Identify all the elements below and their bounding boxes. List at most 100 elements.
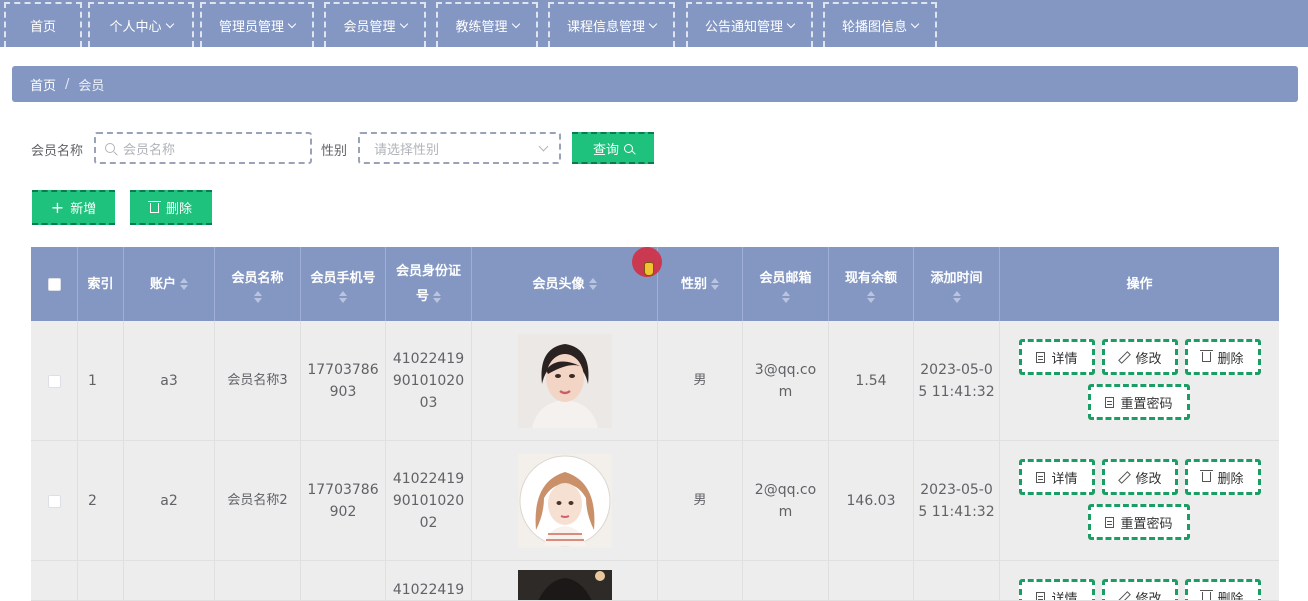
member-name-input[interactable]: 会员名称 (94, 132, 312, 164)
query-button[interactable]: 查询 (572, 132, 654, 164)
index-cell (78, 561, 124, 601)
nav-item-coach[interactable]: 教练管理 (436, 2, 538, 47)
header-avatar[interactable]: 会员头像 (472, 247, 658, 321)
nav-item-member[interactable]: 会员管理 (324, 2, 426, 47)
gender-select[interactable]: 请选择性别 (358, 132, 561, 164)
balance-cell (829, 561, 914, 601)
balance-cell: 1.54 (829, 321, 914, 441)
select-all-checkbox[interactable] (48, 278, 61, 291)
nav-item-course[interactable]: 课程信息管理 (548, 2, 675, 47)
header-gender[interactable]: 性别 (658, 247, 743, 321)
search-icon (624, 144, 633, 153)
header-balance[interactable]: 现有余额 (829, 247, 914, 321)
sort-icon[interactable] (433, 291, 441, 303)
row-delete-button[interactable]: 删除 (1185, 459, 1261, 495)
nav-label: 首页 (30, 16, 56, 35)
chevron-down-icon (539, 142, 549, 152)
add-button[interactable]: + 新增 (32, 190, 115, 225)
chevron-down-icon (911, 20, 919, 28)
header-name[interactable]: 会员名称 (215, 247, 301, 321)
header-name-label: 会员名称 (231, 266, 283, 291)
account-value: a3 (160, 370, 178, 392)
document-icon (1036, 472, 1045, 483)
member-name-placeholder: 会员名称 (123, 139, 175, 158)
edit-label: 修改 (1135, 468, 1161, 487)
delete-button[interactable]: 删除 (130, 190, 212, 225)
detail-button[interactable]: 详情 (1019, 579, 1095, 601)
email-cell: 3@qq.com (743, 321, 829, 441)
account-cell: a3 (124, 321, 215, 441)
nav-item-profile[interactable]: 个人中心 (88, 2, 194, 47)
detail-button[interactable]: 详情 (1019, 459, 1095, 495)
email-value: 3@qq.co (755, 359, 816, 381)
sort-icon[interactable] (953, 291, 961, 303)
header-idcard-label-2: 号 (416, 289, 429, 304)
reset-password-button[interactable]: 重置密码 (1088, 504, 1190, 540)
detail-button[interactable]: 详情 (1019, 339, 1095, 375)
sort-icon[interactable] (867, 291, 875, 303)
sort-icon[interactable] (180, 278, 188, 290)
name-value: 会员名称3 (227, 370, 287, 392)
document-icon (1036, 352, 1045, 363)
sort-icon[interactable] (782, 291, 790, 303)
sort-icon[interactable] (589, 278, 597, 290)
gender-placeholder: 请选择性别 (374, 139, 439, 158)
added-time-value: 2023-05-0 (920, 479, 992, 501)
header-index: 索引 (78, 247, 124, 321)
detail-label: 详情 (1051, 588, 1077, 601)
ops-cell: 详情 修改 删除 重置密码 (1000, 321, 1279, 441)
header-select-all[interactable] (31, 247, 78, 321)
account-cell (124, 561, 215, 601)
sort-icon[interactable] (711, 278, 719, 290)
email-value-2: m (779, 381, 793, 403)
phone-cell: 17703786902 (301, 441, 386, 561)
index-cell: 2 (78, 441, 124, 561)
avatar-cell (472, 561, 658, 601)
member-name-label: 会员名称 (31, 140, 83, 159)
nav-item-carousel[interactable]: 轮播图信息 (823, 2, 937, 47)
email-cell (743, 561, 829, 601)
sort-icon[interactable] (339, 291, 347, 303)
header-phone[interactable]: 会员手机号 (301, 247, 386, 321)
ops-cell: 详情 修改 删除 (1000, 561, 1279, 601)
trash-icon (1202, 472, 1211, 482)
header-idcard-label: 会员身份证 (396, 259, 461, 284)
detail-label: 详情 (1051, 468, 1077, 487)
header-idcard[interactable]: 会员身份证号 (386, 247, 472, 321)
edit-button[interactable]: 修改 (1102, 339, 1178, 375)
reset-password-button[interactable]: 重置密码 (1088, 384, 1190, 420)
header-added-label: 添加时间 (930, 266, 982, 291)
index-value: 1 (88, 370, 97, 392)
row-delete-button[interactable]: 删除 (1185, 339, 1261, 375)
row-checkbox[interactable] (48, 495, 61, 508)
avatar-image (518, 570, 612, 601)
breadcrumb: 首页 / 会员 (12, 66, 1298, 102)
nav-label: 会员管理 (343, 16, 395, 35)
index-value: 2 (88, 490, 97, 512)
added-time-value-2: 5 11:41:32 (918, 501, 994, 523)
row-checkbox[interactable] (48, 375, 61, 388)
row-delete-label: 删除 (1217, 468, 1243, 487)
sort-icon[interactable] (254, 291, 262, 303)
idcard-value: 41022419 (393, 348, 464, 370)
edit-label: 修改 (1135, 348, 1161, 367)
gender-value: 男 (693, 370, 706, 392)
nav-item-admin[interactable]: 管理员管理 (200, 2, 314, 47)
phone-cell: 17703786903 (301, 321, 386, 441)
nav-item-notice[interactable]: 公告通知管理 (686, 2, 813, 47)
chevron-down-icon (165, 20, 173, 28)
avatar-cell (472, 321, 658, 441)
header-email[interactable]: 会员邮箱 (743, 247, 829, 321)
nav-item-home[interactable]: 首页 (4, 2, 82, 47)
email-cell: 2@qq.com (743, 441, 829, 561)
edit-button[interactable]: 修改 (1102, 579, 1178, 601)
add-label: 新增 (70, 198, 96, 217)
row-delete-button[interactable]: 删除 (1185, 579, 1261, 601)
account-cell: a2 (124, 441, 215, 561)
header-account[interactable]: 账户 (124, 247, 215, 321)
breadcrumb-home[interactable]: 首页 (30, 75, 56, 94)
edit-button[interactable]: 修改 (1102, 459, 1178, 495)
gender-cell: 男 (658, 441, 743, 561)
row-delete-label: 删除 (1217, 348, 1243, 367)
header-added-time[interactable]: 添加时间 (914, 247, 1000, 321)
